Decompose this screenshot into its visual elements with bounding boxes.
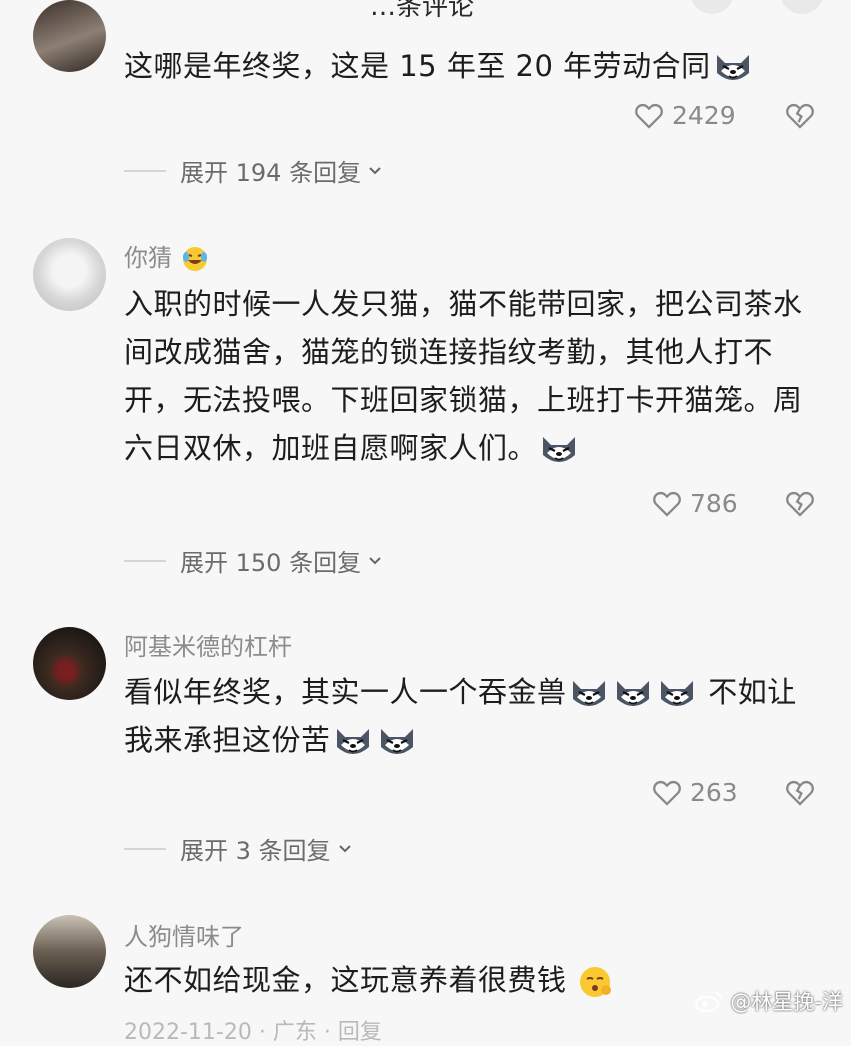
comment-text-content: 入职的时候一人发只猫，猫不能带回家，把公司茶水间改成猫舍，猫笼的锁连接指纹考勤，… <box>124 287 803 465</box>
comment-meta: 2022-11-20 · 广东 · 回复 <box>124 1020 382 1045</box>
comment-text: 这哪是年终奖，这是 15 年至 20 年劳动合同 <box>124 42 814 90</box>
comments-title: …条评论 <box>370 0 475 22</box>
broken-heart-icon[interactable] <box>783 486 817 520</box>
chevron-down-icon <box>369 556 381 564</box>
husky-emoji-icon <box>613 677 653 711</box>
username[interactable]: 人狗情味了 <box>124 917 244 952</box>
top-button-1[interactable] <box>690 0 734 14</box>
close-button[interactable] <box>780 0 824 14</box>
comment-text-content-a: 看似年终奖，其实一人一个吞金兽 <box>124 675 567 709</box>
like-count: 786 <box>690 488 738 518</box>
like-button[interactable]: 2429 <box>632 98 736 132</box>
divider <box>124 847 166 850</box>
expand-replies[interactable]: 展开 150 条回复 <box>124 543 383 578</box>
husky-emoji-icon <box>713 51 753 85</box>
weibo-logo-icon <box>695 992 723 1012</box>
divider <box>124 169 166 172</box>
comment-text-content: 这哪是年终奖，这是 15 年至 20 年劳动合同 <box>124 49 711 83</box>
watermark-text: @林星挽-洋 <box>730 990 843 1014</box>
like-button[interactable]: 263 <box>650 775 738 809</box>
comment-text: 看似年终奖，其实一人一个吞金兽 不如让我来承担这份苦 <box>124 668 814 764</box>
comment-text-content: 还不如给现金，这玩意养着很费钱 <box>124 963 567 997</box>
avatar[interactable] <box>33 627 106 700</box>
chevron-down-icon <box>338 844 351 852</box>
heart-icon <box>653 780 681 806</box>
top-strip: …条评论 <box>0 0 851 22</box>
like-count: 2429 <box>672 100 736 130</box>
husky-emoji-icon <box>569 677 609 711</box>
expand-replies-label: 展开 3 条回复 <box>180 837 331 865</box>
expand-replies[interactable]: 展开 3 条回复 <box>124 831 353 866</box>
divider <box>124 559 166 562</box>
chevron-down-icon <box>369 166 381 174</box>
comment-text: 入职的时候一人发只猫，猫不能带回家，把公司茶水间改成猫舍，猫笼的锁连接指纹考勤，… <box>124 280 814 472</box>
like-count: 263 <box>690 777 738 807</box>
husky-emoji-icon <box>333 725 373 759</box>
avatar[interactable] <box>33 0 106 72</box>
username[interactable]: 你猜 <box>124 238 210 273</box>
husky-emoji-icon <box>539 433 579 467</box>
broken-heart-icon[interactable] <box>783 775 817 809</box>
expand-replies-label: 展开 194 条回复 <box>180 159 362 187</box>
heart-icon <box>653 491 681 517</box>
username-text: 你猜 <box>124 244 172 272</box>
avatar[interactable] <box>33 238 106 311</box>
heart-icon <box>635 103 663 129</box>
expand-replies-label: 展开 150 条回复 <box>180 549 362 577</box>
hushed-face-emoji-icon <box>580 967 612 997</box>
laugh-emoji-icon <box>182 247 207 271</box>
like-button[interactable]: 786 <box>650 486 738 520</box>
husky-emoji-icon <box>657 677 697 711</box>
husky-emoji-icon <box>377 725 417 759</box>
expand-replies[interactable]: 展开 194 条回复 <box>124 153 383 188</box>
username[interactable]: 阿基米德的杠杆 <box>124 627 292 662</box>
broken-heart-icon[interactable] <box>783 98 817 132</box>
avatar[interactable] <box>33 915 106 988</box>
watermark: @林星挽-洋 <box>694 986 843 1016</box>
